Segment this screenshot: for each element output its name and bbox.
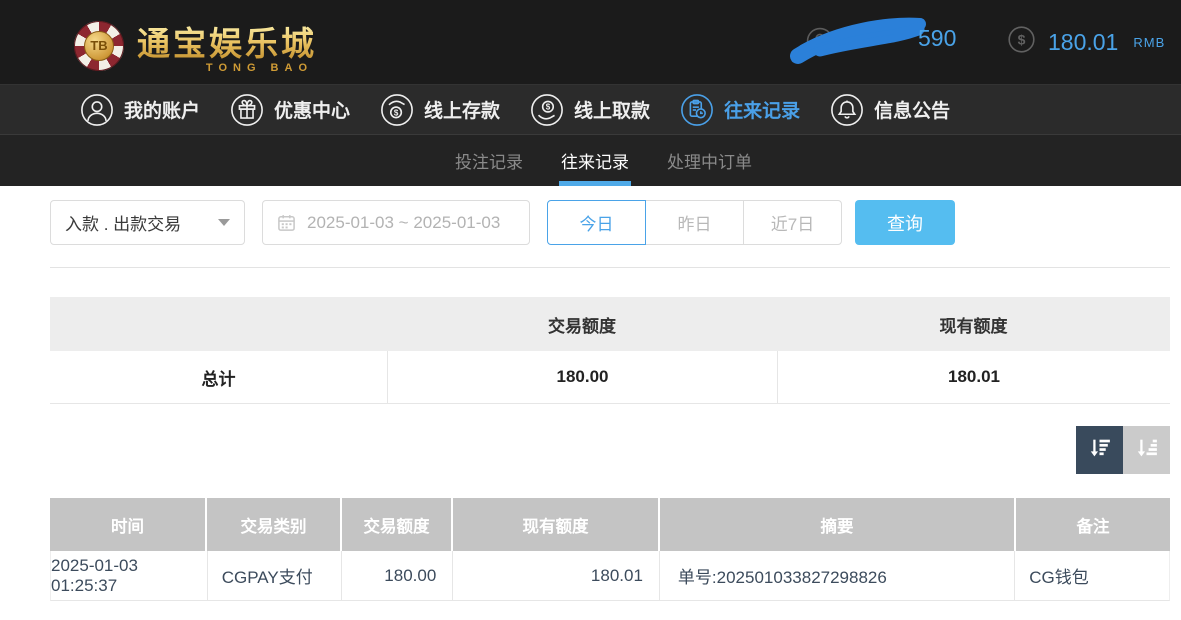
last-7-days-button[interactable]: 近7日 — [743, 200, 842, 245]
nav-label: 信息公告 — [874, 96, 950, 123]
cell-current-amount: 180.01 — [453, 551, 660, 600]
nav-item-records[interactable]: 往来记录 — [680, 93, 800, 127]
search-button[interactable]: 查询 — [855, 200, 955, 245]
transaction-type-select[interactable]: 入款 . 出款交易 — [50, 200, 245, 245]
transaction-type-value: 入款 . 出款交易 — [65, 210, 181, 235]
summary-current-amount: 180.01 — [777, 351, 1170, 403]
yesterday-button[interactable]: 昨日 — [645, 200, 744, 245]
deposit-hand-coin-icon: $ — [380, 93, 414, 127]
nav-label: 我的账户 — [124, 96, 200, 123]
cell-transaction-amount: 180.00 — [342, 551, 453, 600]
chevron-down-icon — [218, 219, 230, 226]
summary-total-label: 总计 — [50, 351, 387, 403]
column-header-time: 时间 — [50, 498, 207, 551]
records-sub-navigation: 投注记录 往来记录 处理中订单 — [0, 134, 1181, 186]
user-account-area: 590 — [790, 0, 960, 84]
svg-text:$: $ — [1018, 32, 1026, 48]
cell-remark: CG钱包 — [1015, 551, 1169, 600]
summary-total-row: 总计 180.00 180.01 — [50, 351, 1170, 404]
logo-text: 通宝娱乐城 TONG BAO — [137, 17, 317, 74]
filter-row: 入款 . 出款交易 2025-01-03 ~ 2025-01-03 — [50, 200, 1170, 245]
sort-ascending-button[interactable] — [1123, 426, 1170, 474]
quick-range-group: 今日 昨日 近7日 — [547, 200, 842, 245]
nav-item-announcements[interactable]: 信息公告 — [830, 93, 950, 127]
top-header: TB 通宝娱乐城 TONG BAO 590 — [0, 0, 1181, 84]
nav-label: 优惠中心 — [274, 96, 350, 123]
table-row: 2025-01-03 01:25:37 CGPAY支付 180.00 180.0… — [50, 551, 1170, 601]
date-range-value: 2025-01-03 ~ 2025-01-03 — [307, 213, 500, 233]
gift-icon — [230, 93, 264, 127]
column-header-type: 交易类别 — [207, 498, 342, 551]
nav-item-deposit[interactable]: $ 线上存款 — [380, 93, 500, 127]
site-logo[interactable]: TB 通宝娱乐城 TONG BAO — [74, 17, 317, 74]
logo-title: 通宝娱乐城 — [137, 17, 317, 65]
dollar-circle-icon: $ — [1008, 26, 1035, 58]
nav-item-promotions[interactable]: 优惠中心 — [230, 93, 350, 127]
nav-label: 往来记录 — [724, 96, 800, 123]
nav-item-my-account[interactable]: 我的账户 — [80, 93, 200, 127]
poker-chip-icon: TB — [74, 21, 124, 71]
nav-label: 线上取款 — [574, 96, 650, 123]
balance-display[interactable]: $ 180.01 RMB — [1008, 0, 1165, 84]
nav-item-withdraw[interactable]: $ 线上取款 — [530, 93, 650, 127]
tab-betting-records[interactable]: 投注记录 — [455, 135, 523, 186]
column-header-current-amount: 现有额度 — [453, 498, 660, 551]
bell-icon — [830, 93, 864, 127]
records-table-header: 时间 交易类别 交易额度 现有额度 摘要 备注 — [50, 498, 1170, 551]
calendar-icon — [277, 213, 296, 232]
column-header-summary: 摘要 — [660, 498, 1016, 551]
cell-type: CGPAY支付 — [208, 551, 343, 600]
date-range-input[interactable]: 2025-01-03 ~ 2025-01-03 — [262, 200, 530, 245]
logo-subtitle: TONG BAO — [137, 62, 317, 74]
cell-time: 2025-01-03 01:25:37 — [51, 551, 208, 600]
svg-text:$: $ — [394, 108, 399, 117]
transaction-records-table: 时间 交易类别 交易额度 现有额度 摘要 备注 2025-01-03 01:25… — [50, 498, 1170, 601]
tab-transaction-records[interactable]: 往来记录 — [561, 135, 629, 186]
main-content: 入款 . 出款交易 2025-01-03 ~ 2025-01-03 — [50, 200, 1170, 601]
username-visible-suffix: 590 — [918, 25, 956, 52]
column-header-transaction-amount: 交易额度 — [342, 498, 453, 551]
balance-currency: RMB — [1133, 35, 1165, 50]
nav-label: 线上存款 — [424, 96, 500, 123]
sort-ascending-icon — [1133, 435, 1160, 465]
summary-transaction-amount: 180.00 — [387, 351, 777, 403]
summary-table-header: 交易额度 现有额度 — [50, 297, 1170, 351]
svg-text:$: $ — [546, 102, 551, 111]
section-divider — [50, 267, 1170, 268]
tab-processing-orders[interactable]: 处理中订单 — [667, 135, 752, 186]
cell-summary: 单号:202501033827298826 — [660, 551, 1015, 600]
withdraw-hand-coin-icon: $ — [530, 93, 564, 127]
main-navigation: 我的账户 优惠中心 $ 线上存款 — [0, 84, 1181, 134]
sort-descending-button[interactable] — [1076, 426, 1123, 474]
summary-header-transaction-amount: 交易额度 — [387, 297, 777, 351]
summary-table: 交易额度 现有额度 总计 180.00 180.01 — [50, 297, 1170, 404]
column-header-remark: 备注 — [1016, 498, 1170, 551]
clipboard-clock-icon — [680, 93, 714, 127]
today-button[interactable]: 今日 — [547, 200, 646, 245]
chip-monogram: TB — [84, 31, 114, 61]
redaction-scribble — [790, 14, 930, 71]
sort-controls — [50, 426, 1170, 474]
user-circle-icon — [80, 93, 114, 127]
balance-amount: 180.01 — [1048, 29, 1118, 56]
summary-header-blank — [50, 297, 387, 351]
summary-header-current-amount: 现有额度 — [777, 297, 1170, 351]
sort-descending-icon — [1086, 435, 1113, 465]
